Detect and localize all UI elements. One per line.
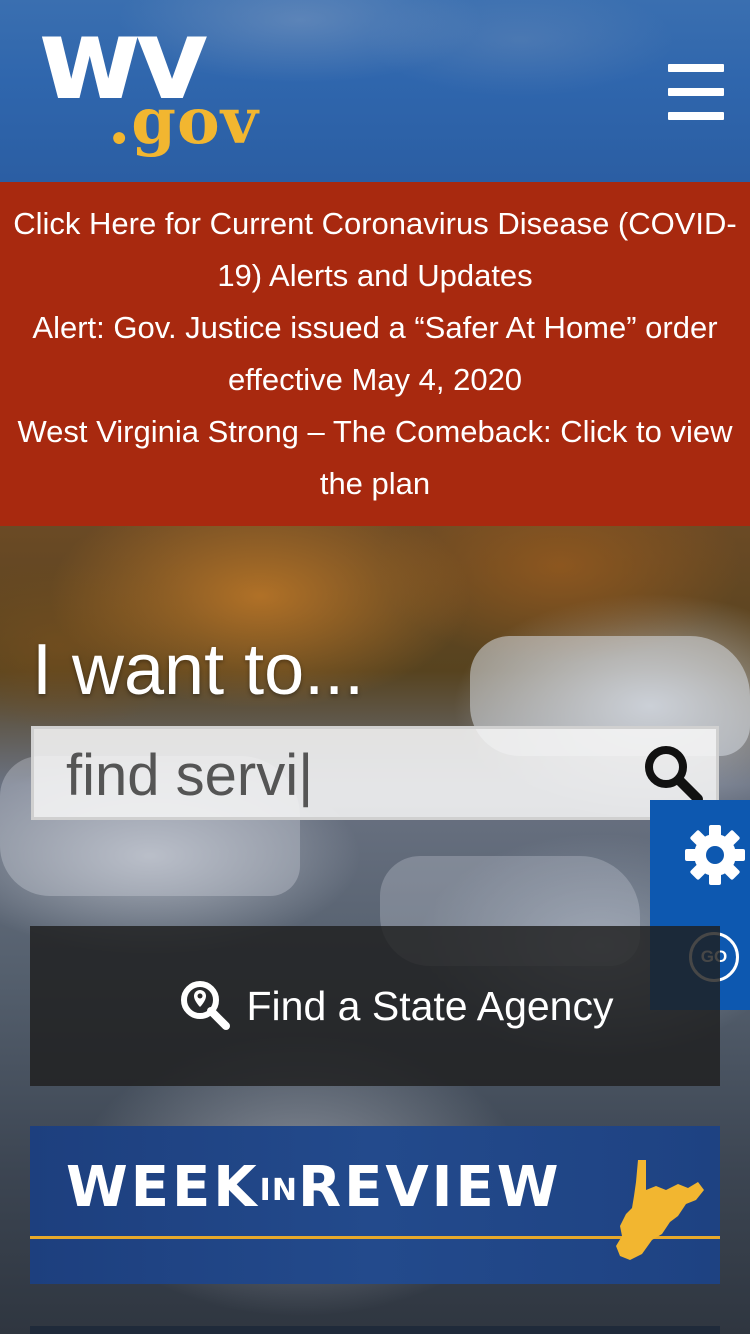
week-in-review-banner[interactable]: WEEKINREVIEW	[30, 1126, 720, 1284]
covid-alerts-link[interactable]: Click Here for Current Coronavirus Disea…	[5, 198, 745, 302]
review-word: REVIEW	[297, 1155, 562, 1220]
safer-at-home-date-link[interactable]: effective May 4, 2020	[0, 354, 750, 406]
menu-bar-middle	[668, 88, 724, 96]
next-section-edge	[30, 1326, 720, 1334]
comeback-plan-link[interactable]: West Virginia Strong – The Comeback: Cli…	[5, 406, 745, 510]
safer-at-home-alert-link[interactable]: Alert: Gov. Justice issued a “Safer At H…	[0, 302, 750, 354]
search-box	[31, 726, 719, 820]
i-want-to-heading: I want to...	[32, 630, 365, 710]
gear-icon[interactable]	[684, 824, 746, 886]
week-word: WEEK	[66, 1155, 260, 1220]
in-word: IN	[259, 1173, 298, 1208]
logo-gov-text: .gov	[108, 84, 259, 159]
find-state-agency-button[interactable]: Find a State Agency	[30, 926, 720, 1086]
search-icon[interactable]	[640, 741, 706, 807]
wv-gov-logo[interactable]: wv .gov	[38, 4, 258, 164]
week-in-review-title: WEEKINREVIEW	[66, 1160, 562, 1216]
site-header: wv .gov	[0, 0, 750, 182]
menu-bar-bottom	[668, 112, 724, 120]
wv-state-shape-icon	[586, 1156, 706, 1266]
hero-section: I want to... find servi| Find a State Ag…	[0, 526, 750, 1334]
alert-banner: Click Here for Current Coronavirus Disea…	[0, 182, 750, 526]
search-input[interactable]	[64, 737, 628, 813]
hamburger-menu-icon[interactable]	[664, 62, 726, 122]
menu-bar-top	[668, 64, 724, 72]
find-state-agency-label: Find a State Agency	[246, 983, 614, 1029]
